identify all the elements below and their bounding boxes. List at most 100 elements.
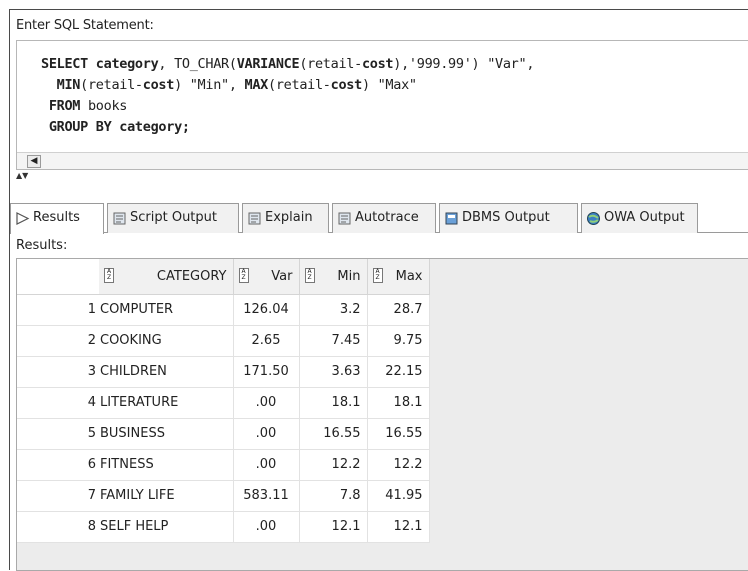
table-row[interactable]: 3 CHILDREN 171.50 3.63 22.15 bbox=[17, 356, 430, 388]
tab-label: Explain bbox=[265, 210, 313, 225]
row-number: 5 bbox=[17, 418, 99, 450]
sql-line: FROM books bbox=[41, 96, 534, 117]
cell-var[interactable]: 583.11 bbox=[233, 480, 300, 512]
results-label: Results: bbox=[16, 238, 68, 253]
sql-token: cost bbox=[330, 77, 363, 93]
tab-label: Results bbox=[33, 210, 80, 225]
cell-category[interactable]: CHILDREN bbox=[99, 356, 234, 388]
row-number-header bbox=[17, 259, 99, 295]
row-number: 2 bbox=[17, 325, 99, 357]
sql-token: (retail- bbox=[268, 77, 331, 93]
cell-min[interactable]: 7.8 bbox=[299, 480, 368, 512]
play-arrow-icon bbox=[16, 212, 30, 225]
table-row[interactable]: 7 FAMILY LIFE 583.11 7.8 41.95 bbox=[17, 480, 430, 512]
column-header-var[interactable]: A Z Var bbox=[233, 259, 300, 295]
tab-dbms-output[interactable]: DBMS Output bbox=[439, 203, 578, 233]
cell-min[interactable]: 16.55 bbox=[299, 418, 368, 450]
cell-category[interactable]: COOKING bbox=[99, 325, 234, 357]
column-header-min[interactable]: A Z Min bbox=[299, 259, 368, 295]
tab-results[interactable]: Results bbox=[10, 203, 104, 234]
cell-max[interactable]: 9.75 bbox=[367, 325, 430, 357]
cell-max[interactable]: 18.1 bbox=[367, 387, 430, 419]
column-header-max[interactable]: A Z Max bbox=[367, 259, 430, 295]
cell-min[interactable]: 18.1 bbox=[299, 387, 368, 419]
horizontal-scrollbar[interactable]: ◀ bbox=[17, 152, 748, 169]
sql-token: ),'999.99') "Var", bbox=[393, 56, 535, 72]
results-grid[interactable]: A Z CATEGORY A Z Var A Z Min A Z Max 1 COMPUTER 12… bbox=[16, 258, 748, 571]
row-number: 8 bbox=[17, 511, 99, 543]
tab-owa-output[interactable]: OWA Output bbox=[581, 203, 698, 233]
cell-max[interactable]: 22.15 bbox=[367, 356, 430, 388]
cell-var[interactable]: 2.65 bbox=[233, 325, 300, 357]
autotrace-icon bbox=[338, 212, 351, 225]
cell-min[interactable]: 12.2 bbox=[299, 449, 368, 481]
column-header-category[interactable]: A Z CATEGORY bbox=[99, 259, 234, 295]
tab-label: Autotrace bbox=[355, 210, 419, 225]
tab-autotrace[interactable]: Autotrace bbox=[332, 203, 436, 233]
table-row[interactable]: 8 SELF HELP .00 12.1 12.1 bbox=[17, 511, 430, 543]
explain-icon bbox=[248, 212, 261, 225]
sql-statement-label: Enter SQL Statement: bbox=[16, 18, 154, 33]
cell-category[interactable]: FITNESS bbox=[99, 449, 234, 481]
cell-var[interactable]: .00 bbox=[233, 449, 300, 481]
sql-editor[interactable]: SELECT category, TO_CHAR(VARIANCE(retail… bbox=[16, 40, 748, 170]
sort-icon[interactable]: AZ bbox=[104, 268, 114, 283]
cell-max[interactable]: 16.55 bbox=[367, 418, 430, 450]
tab-label: DBMS Output bbox=[462, 210, 550, 225]
sql-token: (retail- bbox=[80, 77, 143, 93]
sql-token: FROM bbox=[41, 98, 81, 114]
row-number: 3 bbox=[17, 356, 99, 388]
row-number: 1 bbox=[17, 294, 99, 326]
cell-min[interactable]: 3.2 bbox=[299, 294, 368, 326]
cell-category[interactable]: FAMILY LIFE bbox=[99, 480, 234, 512]
scroll-left-icon[interactable]: ◀ bbox=[27, 155, 41, 168]
sql-line: GROUP BY category; bbox=[41, 117, 534, 138]
cell-min[interactable]: 3.63 bbox=[299, 356, 368, 388]
cell-var[interactable]: .00 bbox=[233, 387, 300, 419]
cell-var[interactable]: .00 bbox=[233, 418, 300, 450]
sql-token: VARIANCE bbox=[236, 56, 300, 72]
sql-code[interactable]: SELECT category, TO_CHAR(VARIANCE(retail… bbox=[41, 54, 534, 138]
cell-var[interactable]: 171.50 bbox=[233, 356, 300, 388]
sql-token: cost bbox=[361, 56, 394, 72]
tab-script-output[interactable]: Script Output bbox=[107, 203, 239, 233]
sort-icon[interactable]: AZ bbox=[238, 268, 249, 283]
cell-category[interactable]: COMPUTER bbox=[99, 294, 234, 326]
cell-max[interactable]: 12.1 bbox=[367, 511, 430, 543]
cell-var[interactable]: .00 bbox=[233, 511, 300, 543]
cell-var[interactable]: 126.04 bbox=[233, 294, 300, 326]
row-number: 7 bbox=[17, 480, 99, 512]
cell-min[interactable]: 7.45 bbox=[299, 325, 368, 357]
script-icon bbox=[113, 212, 126, 225]
sql-token: MAX bbox=[244, 77, 269, 93]
results-table: A Z CATEGORY A Z Var A Z Min A Z Max 1 COMPUTER 12… bbox=[17, 259, 430, 543]
cell-max[interactable]: 41.95 bbox=[367, 480, 430, 512]
sql-token: GROUP BY category; bbox=[41, 119, 190, 135]
sort-icon[interactable]: AZ bbox=[304, 268, 315, 283]
sql-token: cost bbox=[142, 77, 175, 93]
sort-icon[interactable]: AZ bbox=[372, 268, 383, 283]
sql-token: , TO_CHAR( bbox=[158, 56, 237, 72]
header-row: A Z CATEGORY A Z Var A Z Min A Z Max bbox=[17, 259, 430, 295]
table-row[interactable]: 6 FITNESS .00 12.2 12.2 bbox=[17, 449, 430, 481]
sql-token: category bbox=[95, 56, 159, 72]
cell-max[interactable]: 28.7 bbox=[367, 294, 430, 326]
cell-min[interactable]: 12.1 bbox=[299, 511, 368, 543]
splitter-arrows-icon[interactable]: ▲▼ bbox=[16, 172, 28, 180]
table-row[interactable]: 1 COMPUTER 126.04 3.2 28.7 bbox=[17, 294, 430, 326]
table-row[interactable]: 4 LITERATURE .00 18.1 18.1 bbox=[17, 387, 430, 419]
cell-category[interactable]: LITERATURE bbox=[99, 387, 234, 419]
table-row[interactable]: 2 COOKING 2.65 7.45 9.75 bbox=[17, 325, 430, 357]
cell-max[interactable]: 12.2 bbox=[367, 449, 430, 481]
sql-token: ) "Min", bbox=[174, 77, 245, 93]
cell-category[interactable]: SELF HELP bbox=[99, 511, 234, 543]
owa-globe-icon bbox=[587, 212, 600, 225]
row-number: 4 bbox=[17, 387, 99, 419]
sql-token: (retail- bbox=[299, 56, 362, 72]
table-row[interactable]: 5 BUSINESS .00 16.55 16.55 bbox=[17, 418, 430, 450]
sql-token: MIN bbox=[56, 77, 81, 93]
sql-line: MIN(retail-cost) "Min", MAX(retail-cost)… bbox=[41, 75, 534, 96]
tab-explain[interactable]: Explain bbox=[242, 203, 329, 233]
cell-category[interactable]: BUSINESS bbox=[99, 418, 234, 450]
